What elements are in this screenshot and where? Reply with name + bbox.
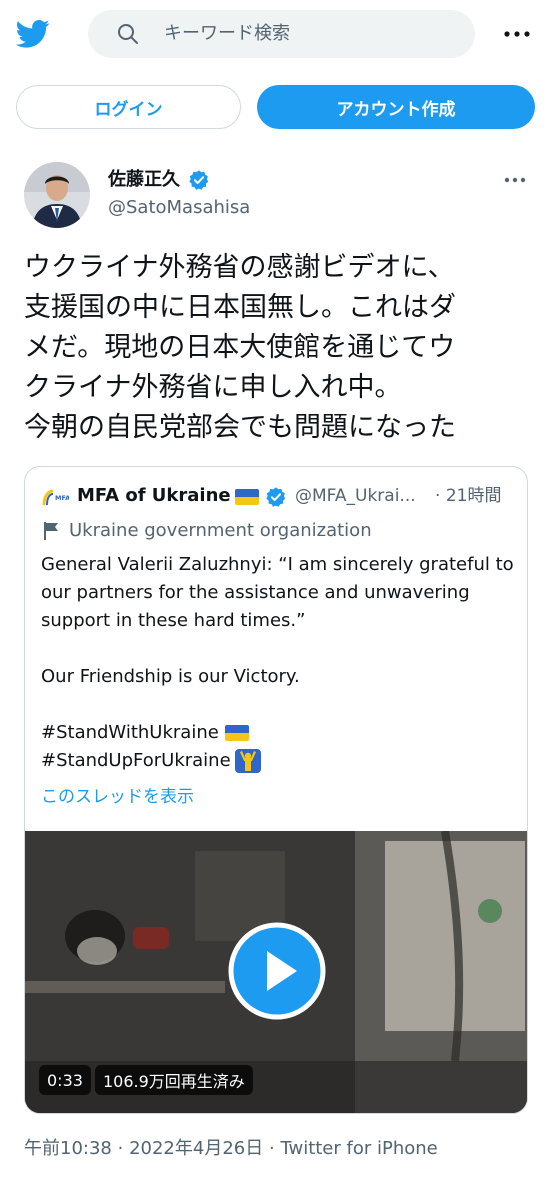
- video-duration: 0:33: [39, 1065, 91, 1095]
- show-thread-link[interactable]: このスレッドを表示: [41, 785, 194, 809]
- login-button[interactable]: ログイン: [16, 85, 241, 129]
- ukraine-flag-emoji-icon: [224, 725, 249, 741]
- avatar[interactable]: [24, 162, 90, 228]
- mfa-logo-icon: MFA: [42, 489, 69, 506]
- quoted-text-para1: General Valerii Zaluzhnyi: “I am sincere…: [41, 554, 514, 631]
- tweet-date[interactable]: 2022年4月26日: [129, 1138, 263, 1159]
- quoted-timestamp[interactable]: · 21時間: [435, 484, 501, 508]
- quoted-text-para2: Our Friendship is our Victory.: [41, 666, 300, 687]
- mfa-logo-text: MFA: [55, 494, 69, 502]
- person-raising-hands-emoji-icon: [234, 749, 261, 773]
- quoted-time[interactable]: 21時間: [446, 486, 502, 506]
- author-name[interactable]: 佐藤正久: [108, 168, 180, 192]
- hashtag-standwithukraine[interactable]: #StandWithUkraine: [41, 719, 219, 747]
- twitter-bird-icon[interactable]: [16, 19, 50, 49]
- quoted-author-name[interactable]: MFA of Ukraine: [77, 484, 231, 508]
- video-view-count: 106.9万回再生済み: [95, 1065, 253, 1095]
- tweet-text: ウクライナ外務省の感謝ビデオに、 支援国の中に日本国無し。これはダ メだ。現地の…: [24, 252, 456, 443]
- tweet-more-icon[interactable]: [502, 170, 528, 190]
- more-dots-icon[interactable]: [499, 22, 535, 46]
- time-separator: ·: [435, 486, 441, 506]
- meta-separator: ·: [117, 1138, 124, 1159]
- verified-badge-icon: [189, 170, 209, 190]
- org-label: Ukraine government organization: [69, 520, 372, 541]
- video-player[interactable]: 0:33 106.9万回再生済み: [25, 831, 527, 1113]
- flag-icon: [44, 522, 58, 540]
- meta-separator: ·: [268, 1138, 275, 1159]
- verified-badge-icon: [266, 487, 286, 507]
- play-icon[interactable]: [227, 921, 327, 1021]
- search-bar[interactable]: キーワード検索: [88, 10, 475, 58]
- quoted-author-handle[interactable]: @MFA_Ukrai...: [295, 484, 416, 508]
- top-bar: キーワード検索: [0, 0, 551, 70]
- hashtag-standupforukraine[interactable]: #StandUpForUkraine: [41, 747, 231, 775]
- avatar-image: [24, 162, 90, 228]
- tweet-time[interactable]: 午前10:38: [24, 1138, 112, 1159]
- author-handle[interactable]: @SatoMasahisa: [108, 196, 250, 220]
- quoted-tweet-card[interactable]: MFA MFA of Ukraine @MFA_Ukrai... · 21時間 …: [24, 466, 528, 1114]
- ukraine-flag-icon: [235, 489, 259, 505]
- signup-button[interactable]: アカウント作成: [257, 85, 535, 129]
- tweet-meta: 午前10:38 · 2022年4月26日 · Twitter for iPhon…: [24, 1136, 438, 1162]
- tweet-client: Twitter for iPhone: [280, 1138, 438, 1159]
- quoted-tweet-body: General Valerii Zaluzhnyi: “I am sincere…: [41, 551, 517, 775]
- search-icon: [118, 24, 138, 44]
- search-input[interactable]: キーワード検索: [164, 22, 290, 46]
